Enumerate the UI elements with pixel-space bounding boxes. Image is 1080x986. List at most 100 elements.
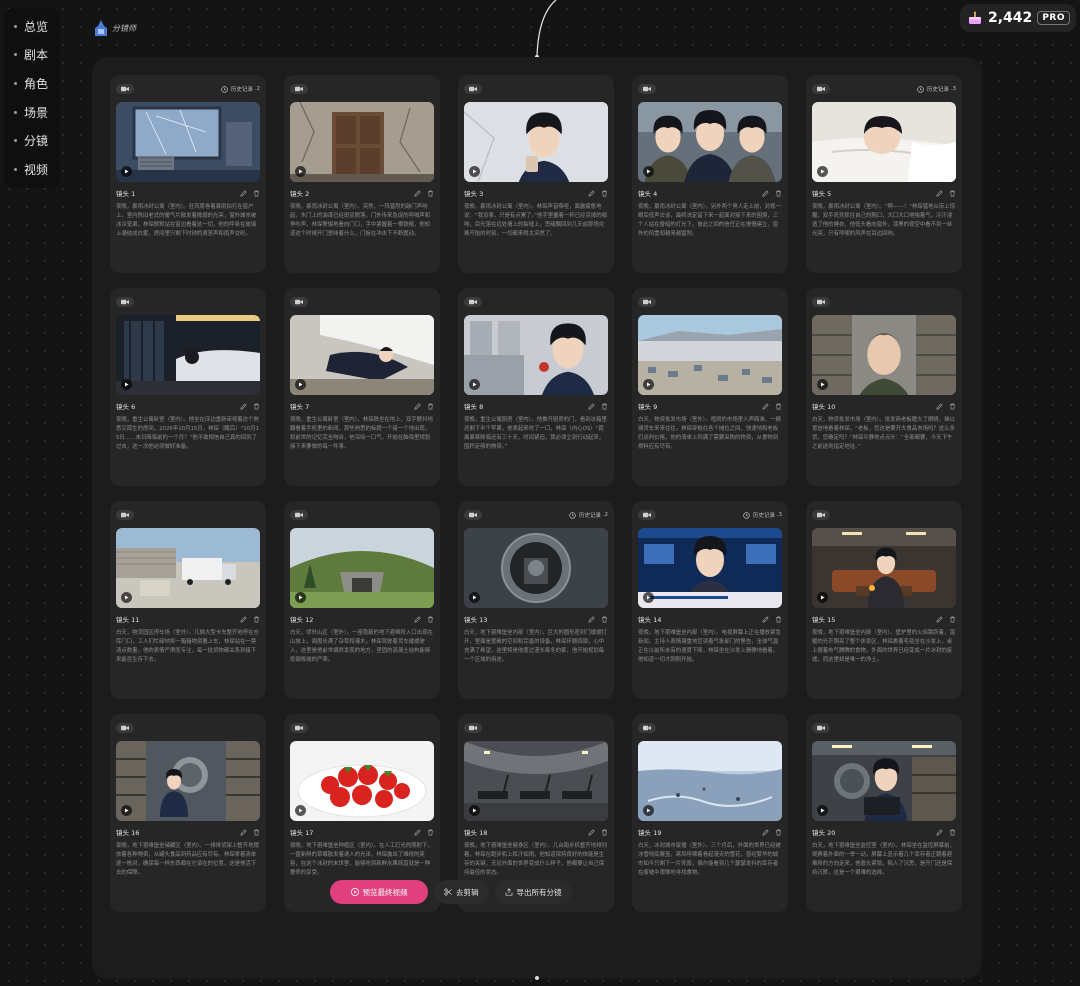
shot-thumbnail[interactable] (812, 741, 956, 821)
edit-pencil-icon[interactable] (414, 828, 421, 836)
shot-card[interactable]: 镜头 6 夜晚，重生公寓卧室（室内）。他坐在床边重新审视着这个熟悉又陌生的房间，… (110, 288, 266, 486)
shot-card[interactable]: 镜头 12 白天，郊外山区（室外）。一座隐蔽的地下避难所入口出现在山坡上，周围长… (284, 501, 440, 699)
shot-card[interactable]: 镜头 9 白天，物资批发市场（室外）。喧闹的市场里人声鼎沸，一辆辆货车来来往往，… (632, 288, 788, 486)
shot-thumbnail[interactable] (290, 102, 434, 182)
play-button[interactable] (295, 379, 306, 390)
trash-icon[interactable] (253, 616, 260, 623)
trash-icon[interactable] (253, 190, 260, 197)
play-button[interactable] (817, 379, 828, 390)
nav-item-characters[interactable]: 角色 (4, 69, 60, 98)
shot-thumbnail[interactable] (464, 315, 608, 395)
edit-pencil-icon[interactable] (936, 615, 943, 623)
edit-pencil-icon[interactable] (240, 402, 247, 410)
shot-thumbnail[interactable] (812, 102, 956, 182)
trash-icon[interactable] (601, 403, 608, 410)
edit-pencil-icon[interactable] (936, 402, 943, 410)
shot-card[interactable]: 镜头 11 白天，物流园区停车场（室外）。几辆大型卡车整齐地停在仓库门口，工人们… (110, 501, 266, 699)
edit-pencil-icon[interactable] (936, 828, 943, 836)
play-button[interactable] (469, 805, 480, 816)
play-button[interactable] (643, 592, 654, 603)
history-record[interactable]: 历史记录 · 3 (743, 511, 782, 519)
shot-thumbnail[interactable] (116, 102, 260, 182)
play-button[interactable] (469, 379, 480, 390)
history-record[interactable]: 历史记录 · 2 (221, 85, 260, 93)
trash-icon[interactable] (601, 829, 608, 836)
edit-pencil-icon[interactable] (762, 615, 769, 623)
edit-pencil-icon[interactable] (588, 828, 595, 836)
shot-card[interactable]: 镜头 15 夜晚，地下避难堡垒内部（室内）。壁炉里的火焰跳跃着，温暖的光芒照亮了… (806, 501, 962, 699)
shot-thumbnail[interactable] (290, 741, 434, 821)
nav-item-scenes[interactable]: 场景 (4, 98, 60, 127)
shot-thumbnail[interactable] (464, 102, 608, 182)
shot-thumbnail[interactable] (290, 528, 434, 608)
play-button[interactable] (295, 592, 306, 603)
play-button[interactable] (121, 805, 132, 816)
play-button[interactable] (643, 379, 654, 390)
shot-card[interactable]: 镜头 2 夜晚，暴雨冰封公寓（室内）。突然，一阵猛烈的敲门声响起，木门上的油漆已… (284, 75, 440, 273)
shot-card[interactable]: 历史记录 · 2 镜头 13 白天，地下避难堡垒内部（室内）。巨大的圆形密封门缓… (458, 501, 614, 699)
trash-icon[interactable] (427, 190, 434, 197)
edit-pencil-icon[interactable] (414, 402, 421, 410)
shot-card[interactable]: 镜头 3 夜晚，暴雨冰封公寓（室内）。林琛声音嘶哑，面露疲惫地说：“我没事，只是… (458, 75, 614, 273)
trash-icon[interactable] (601, 190, 608, 197)
export-button[interactable]: 导出所有分镜 (494, 880, 572, 904)
shot-thumbnail[interactable] (116, 741, 260, 821)
trash-icon[interactable] (949, 829, 956, 836)
edit-pencil-icon[interactable] (414, 615, 421, 623)
edit-pencil-icon[interactable] (414, 189, 421, 197)
shot-thumbnail[interactable] (812, 528, 956, 608)
preview-video-button[interactable]: 预览最终视频 (330, 880, 428, 904)
credits-display[interactable]: 2,442 PRO (960, 4, 1076, 32)
shot-card[interactable]: 镜头 19 白天，冰封城市废墟（室外）。三个月后，外面的世界已经被冰雪彻底覆盖，… (632, 714, 788, 912)
shot-thumbnail[interactable] (116, 528, 260, 608)
trash-icon[interactable] (427, 403, 434, 410)
trash-icon[interactable] (253, 403, 260, 410)
trash-icon[interactable] (775, 190, 782, 197)
trash-icon[interactable] (601, 616, 608, 623)
play-button[interactable] (817, 166, 828, 177)
shot-card[interactable]: 镜头 20 白天，地下避难堡垒监控室（室内）。林琛坐在监控屏幕前，观察着外面的一… (806, 714, 962, 912)
shot-thumbnail[interactable] (638, 528, 782, 608)
edit-pencil-icon[interactable] (762, 402, 769, 410)
shot-thumbnail[interactable] (464, 741, 608, 821)
history-record[interactable]: 历史记录 · 3 (917, 85, 956, 93)
shot-card[interactable]: 镜头 7 夜晚，重生公寓卧室（室内）。林琛跌坐在地上，双手颤抖地翻看着手机里的新… (284, 288, 440, 486)
trash-icon[interactable] (427, 616, 434, 623)
shot-thumbnail[interactable] (290, 315, 434, 395)
play-button[interactable] (121, 379, 132, 390)
trash-icon[interactable] (253, 829, 260, 836)
shot-thumbnail[interactable] (638, 315, 782, 395)
nav-item-video[interactable]: 视频 (4, 155, 60, 184)
play-button[interactable] (469, 166, 480, 177)
trash-icon[interactable] (949, 616, 956, 623)
shot-card[interactable]: 历史记录 · 3 镜头 5 夜晚，暴雨冰封公寓（室内）。“啊——！”林琛猛地从床… (806, 75, 962, 273)
nav-item-storyboard[interactable]: 分镜 (4, 126, 60, 155)
edit-pencil-icon[interactable] (936, 189, 943, 197)
play-button[interactable] (295, 805, 306, 816)
play-button[interactable] (295, 166, 306, 177)
play-button[interactable] (817, 805, 828, 816)
play-button[interactable] (643, 805, 654, 816)
play-button[interactable] (121, 592, 132, 603)
play-button[interactable] (469, 592, 480, 603)
shot-thumbnail[interactable] (812, 315, 956, 395)
trash-icon[interactable] (949, 403, 956, 410)
shot-thumbnail[interactable] (638, 741, 782, 821)
edit-pencil-icon[interactable] (240, 828, 247, 836)
edit-pencil-icon[interactable] (762, 828, 769, 836)
edit-button[interactable]: 去剪辑 (434, 880, 489, 904)
shot-card[interactable]: 镜头 8 夜晚，重生公寓厨房（室内）。他推开厨房的门，看到冰箱里还剩下半个苹果，… (458, 288, 614, 486)
history-record[interactable]: 历史记录 · 2 (569, 511, 608, 519)
shot-card[interactable]: 镜头 10 白天，物资批发市场（室内）。批发商老板瞪大了眼睛，难以置信地看着林琛… (806, 288, 962, 486)
edit-pencil-icon[interactable] (588, 402, 595, 410)
trash-icon[interactable] (949, 190, 956, 197)
trash-icon[interactable] (775, 403, 782, 410)
edit-pencil-icon[interactable] (762, 189, 769, 197)
edit-pencil-icon[interactable] (240, 189, 247, 197)
edit-pencil-icon[interactable] (588, 189, 595, 197)
shot-thumbnail[interactable] (638, 102, 782, 182)
nav-item-overview[interactable]: 总览 (4, 12, 60, 41)
shot-card[interactable]: 镜头 4 夜晚，暴雨冰封公寓（室内）。另外两个男人走上前，对视一眼后低声交谈，最… (632, 75, 788, 273)
edit-pencil-icon[interactable] (588, 615, 595, 623)
play-button[interactable] (817, 592, 828, 603)
